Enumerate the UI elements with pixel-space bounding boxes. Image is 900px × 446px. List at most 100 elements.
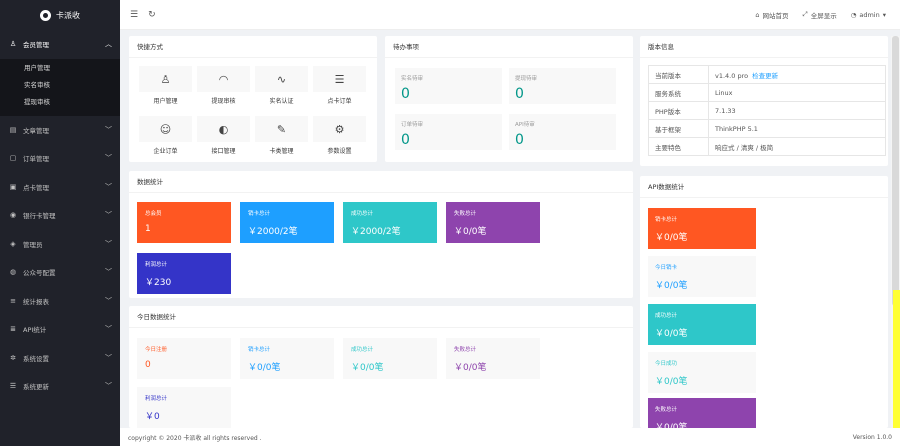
bank-card-icon: ◉ [9,211,17,220]
stat-value: ￥230 [145,278,172,288]
sidebar-item-admins[interactable]: ◈ 管理员 ﹀ [0,230,120,259]
document-icon: ▤ [9,125,17,134]
menu-toggle-icon[interactable]: ☰ [130,10,138,20]
sidebar-item-settings[interactable]: ✲ 系统设置 ﹀ [0,344,120,373]
chevron-down-icon: ﹀ [105,325,112,334]
sidebar-subitem-user-management[interactable]: 用户管理 [0,59,120,76]
sidebar-item-updates[interactable]: ☰ 系统更新 ﹀ [0,372,120,401]
stat-label: 销卡总计 [248,211,271,217]
refresh-icon[interactable]: ↻ [148,10,156,20]
sidebar-item-label: 系统更新 [23,383,49,392]
today-label: 今日注册 [145,347,168,353]
todo-label: 订单待审 [401,122,424,128]
sidebar-item-articles[interactable]: ▤ 文章管理 ﹀ [0,116,120,145]
stat-label: 成功总计 [351,211,374,217]
home-link[interactable]: ⌂ 网站首页 [755,10,788,20]
today-sales-total[interactable]: 销卡总计 ￥0/0笔 [240,338,334,379]
sidebar-item-api-stats[interactable]: ≣ API统计 ﹀ [0,315,120,344]
copyright-text: copyright © 2020 卡派收 all rights reserved… [128,434,262,442]
card-icon: ▣ [9,182,17,191]
today-label: 成功总计 [351,347,374,353]
api-value: ￥0/0笔 [655,281,688,291]
api-success-total[interactable]: 成功总计 ￥0/0笔 [648,304,756,345]
api-sales-total[interactable]: 销卡总计 ￥0/0笔 [648,208,756,249]
stack-icon: ☰ [334,72,345,86]
shortcut-enterprise-orders[interactable]: ☺ 企业订单 [139,116,192,156]
today-card: 今日数据统计 今日注册 0 销卡总计 ￥0/0笔 成功总计 ￥0/0笔 失败总计… [129,306,633,428]
todo-value: 0 [515,86,524,102]
table-row: 当前版本 v1.4.0 pro 检查更新 [648,65,886,84]
sidebar-subitem-withdraw-review[interactable]: 提现审核 [0,93,120,110]
stat-success-total[interactable]: 成功总计 ￥2000/2笔 [343,202,437,243]
user-menu[interactable]: ◔ admin ▾ [851,11,886,19]
api-today-sales[interactable]: 今日销卡 ￥0/0笔 [648,256,756,297]
stat-label: 总会员 [145,211,162,217]
sidebar-item-label: 管理员 [23,240,43,249]
fullscreen-link[interactable]: ⤢ 全屏显示 [802,10,836,20]
sidebar: 卡派收 ♙ 会员管理 ︿ 用户管理 实名审核 提现审核 ▤ 文章管理 ﹀ ▢ 订… [0,0,120,446]
sidebar-subitem-realname-review[interactable]: 实名审核 [0,76,120,93]
stat-failed-total[interactable]: 失败总计 ￥0/0笔 [446,202,540,243]
api-label: 今日销卡 [655,265,678,271]
sidebar-item-members[interactable]: ♙ 会员管理 ︿ [0,30,120,59]
check-update-link[interactable]: 检查更新 [752,72,778,80]
sidebar-item-bank-cards[interactable]: ◉ 银行卡管理 ﹀ [0,201,120,230]
shortcut-label: 实名认证 [269,98,294,105]
today-label: 销卡总计 [248,347,271,353]
api-value: ￥0/0笔 [655,423,688,428]
today-registrations[interactable]: 今日注册 0 [137,338,231,379]
api-card: API数据统计 销卡总计 ￥0/0笔 今日销卡 ￥0/0笔 成功总计 ￥0/0笔… [640,176,888,428]
sidebar-item-cards[interactable]: ▣ 点卡管理 ﹀ [0,173,120,202]
stat-total-members[interactable]: 总会员 1 [137,202,231,243]
todo-value: 0 [401,132,410,148]
version-value: 7.1.33 [708,101,886,120]
logo[interactable]: 卡派收 [0,0,120,30]
chevron-down-icon: ﹀ [105,382,112,391]
stat-value: 1 [145,224,151,234]
version-key: 基于框架 [648,119,709,138]
today-label: 失败总计 [454,347,477,353]
today-failed-total[interactable]: 失败总计 ￥0/0笔 [446,338,540,379]
todo-order-pending[interactable]: 订单待审 0 [395,114,502,150]
shortcut-card-orders[interactable]: ☰ 点卡订单 [313,66,366,106]
shortcut-parameters[interactable]: ⚙ 参数设置 [313,116,366,156]
sidebar-item-wechat[interactable]: ◍ 公众号配置 ﹀ [0,258,120,287]
api-failed-total[interactable]: 失败总计 ￥0/0笔 [648,398,756,428]
sidebar-item-label: API统计 [23,326,47,335]
today-title: 今日数据统计 [129,306,633,328]
shortcut-api-management[interactable]: ◐ 接口管理 [197,116,250,156]
header-links: ⌂ 网站首页 ⤢ 全屏显示 ◔ admin ▾ [755,10,900,20]
sidebar-item-reports[interactable]: ≡ 统计报表 ﹀ [0,287,120,316]
dashboard-icon: ◠ [218,72,229,86]
todo-realname-pending[interactable]: 实名待审 0 [395,68,502,104]
scrollbar-thumb[interactable] [892,36,899,306]
shortcuts-title: 快捷方式 [129,36,377,58]
today-value: ￥0/0笔 [454,363,487,373]
table-row: 服务系统 Linux [648,83,886,102]
shortcut-realname-auth[interactable]: ∿ 实名认证 [255,66,308,106]
update-icon: ☰ [9,382,17,391]
api-today-success[interactable]: 今日成功 ￥0/0笔 [648,352,756,393]
stat-label: 利润总计 [145,262,168,268]
shortcut-user-management[interactable]: ♙ 用户管理 [139,66,192,106]
todo-label: API待审 [515,122,535,128]
stat-sales-total[interactable]: 销卡总计 ￥2000/2笔 [240,202,334,243]
sidebar-item-orders[interactable]: ▢ 订单管理 ﹀ [0,144,120,173]
stat-profit-total[interactable]: 利润总计 ￥230 [137,253,231,294]
shortcut-card-types[interactable]: ✎ 卡类管理 [255,116,308,156]
shortcut-withdraw-review[interactable]: ◠ 提现审核 [197,66,250,106]
chevron-down-icon: ﹀ [105,268,112,277]
api-value: ￥0/0笔 [655,329,688,339]
todo-withdraw-pending[interactable]: 提现待审 0 [509,68,616,104]
api-value: ￥0/0笔 [655,233,688,243]
stat-value: ￥2000/2笔 [248,227,298,237]
shortcut-label: 接口管理 [211,148,236,155]
todo-api-pending[interactable]: API待审 0 [509,114,616,150]
wechat-icon: ◍ [9,268,17,277]
sidebar-item-label: 会员管理 [23,41,49,50]
today-profit-total[interactable]: 利润总计 ￥0 [137,387,231,428]
table-row: 主要特色 响应式 / 清爽 / 极简 [648,137,886,156]
gear-icon: ⚙ [334,122,345,136]
today-success-total[interactable]: 成功总计 ￥0/0笔 [343,338,437,379]
version-value: Linux [708,83,886,102]
